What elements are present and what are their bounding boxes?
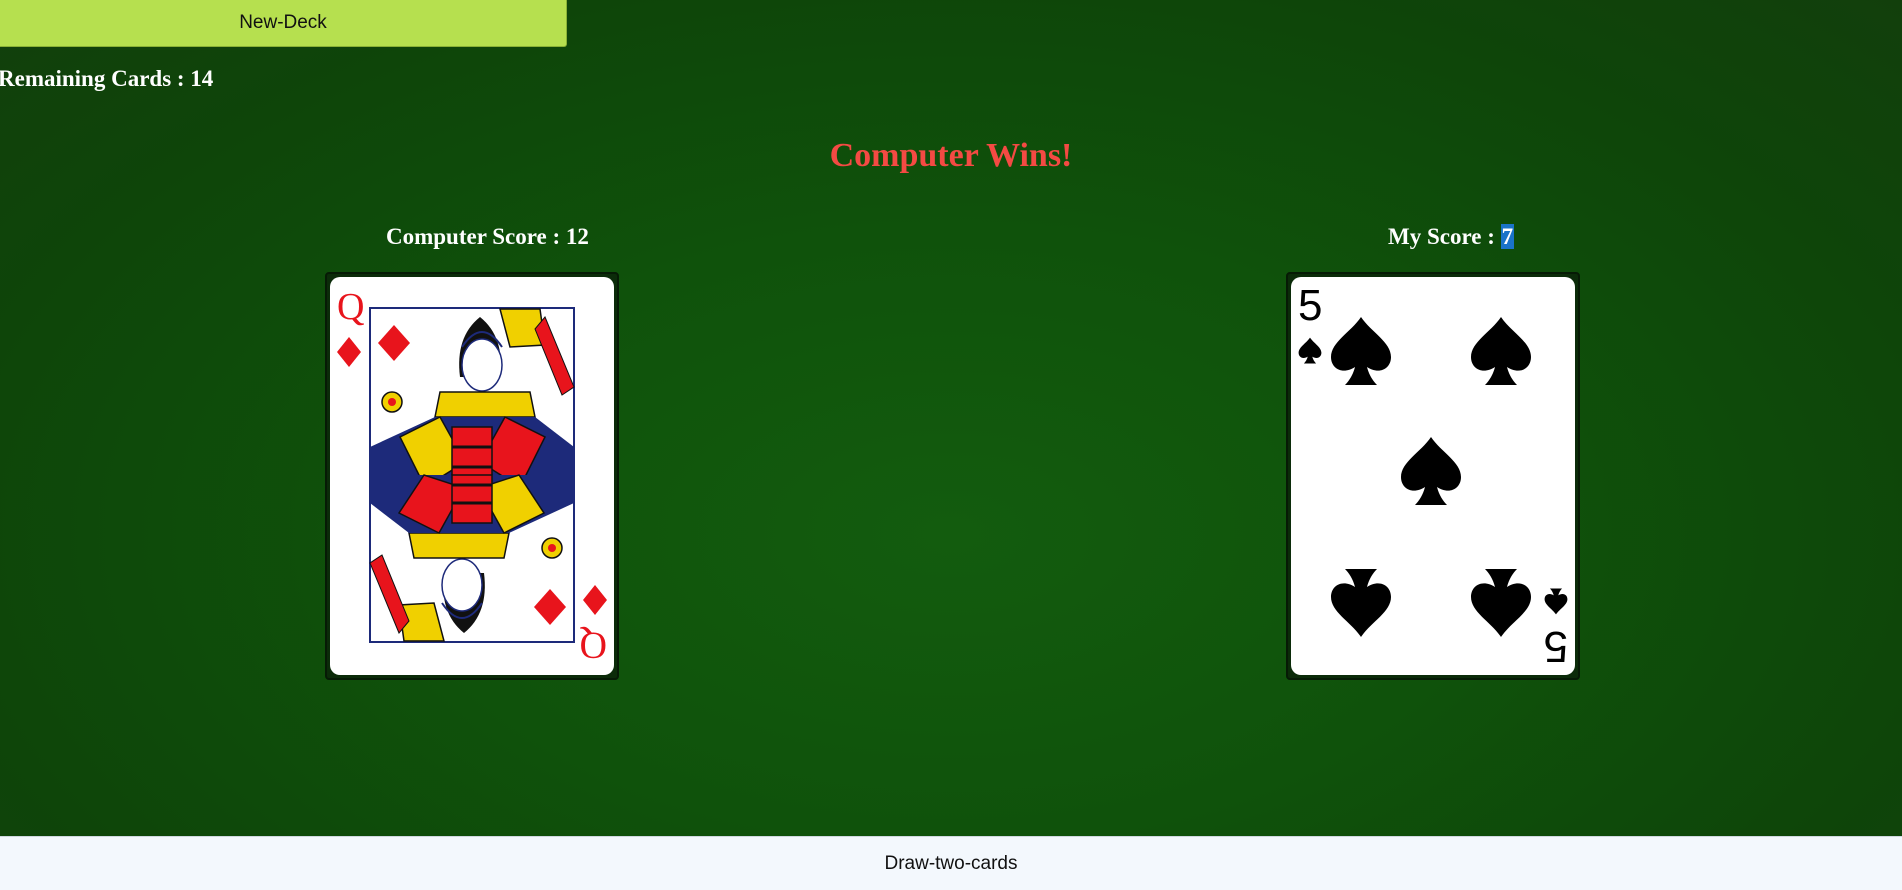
my-score-value: 7 (1500, 224, 1515, 249)
card-rank-text: 5 (1298, 281, 1322, 330)
remaining-cards-label: Remaining Cards : 14 (0, 66, 214, 91)
draw-two-cards-button[interactable]: Draw-two-cards (0, 836, 1902, 890)
spade-pip-icon (1331, 317, 1391, 385)
my-score-label: My Score : 7 (1388, 224, 1515, 250)
computer-card-queen-of-diamonds: Q Q (330, 277, 614, 675)
player-card-frame: 5 5 (1286, 272, 1580, 680)
spade-icon (1544, 588, 1568, 615)
spade-pip-icon (1331, 569, 1391, 637)
computer-card-frame: Q Q (325, 272, 619, 680)
computer-score-label: Computer Score : 12 (386, 224, 589, 249)
spade-pip-icon (1471, 317, 1531, 385)
new-deck-button[interactable]: New-Deck (0, 0, 567, 47)
card-rank-text-inverted: 5 (1544, 622, 1568, 671)
player-card-five-of-spades: 5 5 (1291, 277, 1575, 675)
card-rank-text: Q (337, 286, 364, 328)
diamond-icon (583, 585, 607, 615)
my-score-prefix: My Score : (1388, 224, 1501, 249)
spade-pip-icon (1471, 569, 1531, 637)
result-message: Computer Wins! (829, 137, 1073, 174)
card-rank-text-inverted: Q (580, 624, 607, 666)
diamond-icon (337, 337, 361, 367)
five-of-spades-face: 5 5 (1298, 281, 1568, 671)
spade-icon (1298, 337, 1322, 364)
queen-of-diamonds-face: Q Q (337, 286, 607, 666)
spade-pip-icon (1401, 437, 1461, 505)
